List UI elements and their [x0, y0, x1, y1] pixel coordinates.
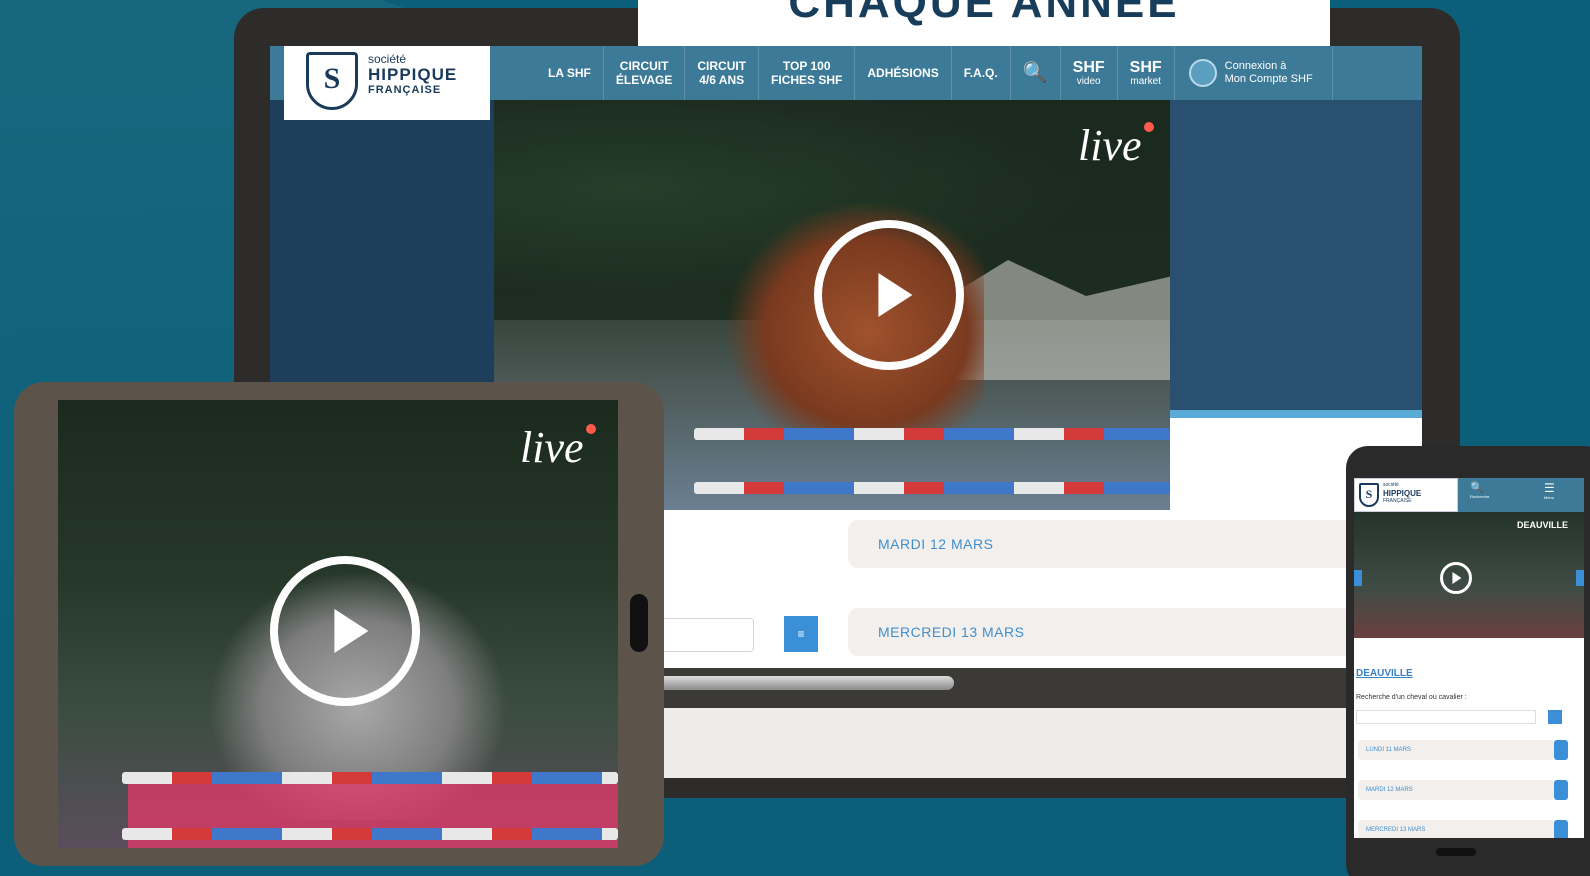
phone-date-row[interactable]: MARDI 12 MARS — [1358, 780, 1568, 800]
logo-shield-icon: S — [1359, 483, 1379, 507]
hero-right-panel — [1170, 100, 1422, 410]
play-icon[interactable] — [814, 220, 964, 370]
phone-video-player[interactable]: DEAUVILLE — [1354, 512, 1584, 638]
search-icon: 🔍 — [1022, 62, 1048, 84]
phone-menu-button[interactable]: ☰ Menu — [1544, 481, 1555, 500]
logo-line-3: FRANÇAISE — [368, 84, 442, 96]
date-label: MARDI 12 MARS — [878, 536, 994, 552]
date-row-mercredi[interactable]: MERCREDI 13 MARS — [848, 608, 1414, 656]
tablet-home-button — [630, 594, 648, 652]
live-label: live — [1078, 121, 1142, 170]
phone-date-row[interactable]: MERCREDI 13 MARS — [1358, 820, 1568, 838]
user-account-icon — [1188, 59, 1217, 87]
logo-text: société HIPPIQUE FRANÇAISE — [368, 52, 457, 96]
horizontal-scrollbar[interactable] — [648, 676, 954, 690]
phone-search-input[interactable] — [1356, 710, 1536, 724]
jump-pole — [694, 482, 1170, 494]
shf-market-bottom: market — [1130, 75, 1161, 87]
phone-search-submit[interactable] — [1548, 710, 1562, 724]
logo-shield-icon: S — [306, 52, 358, 110]
jump-pole — [694, 428, 1170, 440]
logo-line-2: HIPPIQUE — [368, 65, 458, 84]
chevron-down-icon[interactable] — [1554, 820, 1568, 838]
shf-video-top: SHF — [1072, 58, 1105, 76]
nav-la-shf[interactable]: LA SHF — [536, 46, 604, 100]
nav-circuit-4-6-ans[interactable]: CIRCUIT 4/6 ANS — [685, 46, 760, 100]
date-label: MARDI 12 MARS — [1366, 787, 1413, 793]
chevron-down-icon[interactable] — [1554, 740, 1568, 760]
nav-top-100[interactable]: TOP 100 FICHES SHF — [759, 46, 856, 100]
shf-market-top: SHF — [1129, 58, 1162, 76]
play-icon[interactable] — [270, 556, 420, 706]
search-button[interactable]: 🔍 — [1011, 46, 1061, 100]
list-icon: ≡ — [797, 627, 805, 641]
logo-line-2: HIPPIQUE — [1383, 489, 1422, 498]
headline: CHAQUE ANNÉE — [788, 0, 1180, 27]
tablet-screen: live — [58, 400, 618, 848]
headline-box: CHAQUE ANNÉE — [638, 0, 1330, 46]
live-dot-icon — [585, 424, 596, 434]
next-arrow-icon[interactable] — [1576, 570, 1584, 586]
date-label: MERCREDI 13 MARS — [1366, 827, 1426, 833]
search-submit-button[interactable]: ≡ — [784, 616, 818, 652]
live-label: live — [520, 423, 584, 472]
logo-line-1: société — [1383, 482, 1399, 488]
phone-menu-label: Menu — [1544, 495, 1555, 500]
phone-event-link[interactable]: DEAUVILLE — [1356, 668, 1413, 679]
phone-nav: S société HIPPIQUE FRANÇAISE 🔍 Recherche… — [1354, 478, 1584, 512]
phone-logo[interactable]: S société HIPPIQUE FRANÇAISE — [1354, 478, 1458, 512]
nav-adhesions[interactable]: ADHÉSIONS — [855, 46, 952, 100]
jump-pole — [122, 828, 618, 840]
nav-shf-video[interactable]: SHF video — [1061, 46, 1118, 100]
live-badge: live — [1078, 120, 1154, 171]
phone-home-indicator — [1436, 848, 1476, 856]
jump-pole — [122, 772, 618, 784]
nav-shf-market[interactable]: SHF market — [1118, 46, 1175, 100]
shf-video-bottom: video — [1076, 75, 1101, 87]
phone-video-title: DEAUVILLE — [1516, 520, 1568, 530]
live-badge: live — [520, 422, 596, 473]
live-dot-icon — [1143, 122, 1154, 132]
prev-arrow-icon[interactable] — [1354, 570, 1362, 586]
phone-date-row[interactable]: LUNDI 11 MARS — [1358, 740, 1568, 760]
logo-line-3: FRANÇAISE — [1383, 498, 1412, 504]
nav-faq[interactable]: F.A.Q. — [952, 46, 1011, 100]
nav-circuit-elevage[interactable]: CIRCUIT ÉLEVAGE — [604, 46, 686, 100]
connexion-label: Connexion à Mon Compte SHF — [1224, 60, 1313, 85]
phone-search-button[interactable]: 🔍 Recherche — [1470, 481, 1489, 499]
nav-items: LA SHF CIRCUIT ÉLEVAGE CIRCUIT 4/6 ANS T… — [536, 46, 1333, 100]
site-logo[interactable]: S société HIPPIQUE FRANÇAISE — [284, 46, 490, 120]
logo-line-1: société — [368, 52, 407, 66]
phone-screen: S société HIPPIQUE FRANÇAISE 🔍 Recherche… — [1354, 478, 1584, 838]
search-icon: 🔍 — [1470, 482, 1484, 494]
chevron-down-icon[interactable] — [1554, 780, 1568, 800]
phone-search-label: Recherche — [1470, 494, 1490, 499]
play-icon[interactable] — [1440, 562, 1472, 594]
accent-line — [1170, 410, 1422, 418]
date-row-mardi[interactable]: MARDI 12 MARS — [848, 520, 1414, 568]
date-label: LUNDI 11 MARS — [1366, 747, 1411, 753]
date-label: MERCREDI 13 MARS — [878, 624, 1025, 640]
hamburger-icon: ☰ — [1544, 481, 1555, 495]
phone-device: S société HIPPIQUE FRANÇAISE 🔍 Recherche… — [1346, 446, 1590, 876]
nav-connexion[interactable]: Connexion à Mon Compte SHF — [1175, 46, 1333, 100]
phone-search-label-text: Recherche d'un cheval ou cavalier : — [1356, 694, 1467, 701]
tablet-device: live — [14, 382, 664, 866]
phone-logo-text: société HIPPIQUE FRANÇAISE — [1383, 482, 1421, 505]
